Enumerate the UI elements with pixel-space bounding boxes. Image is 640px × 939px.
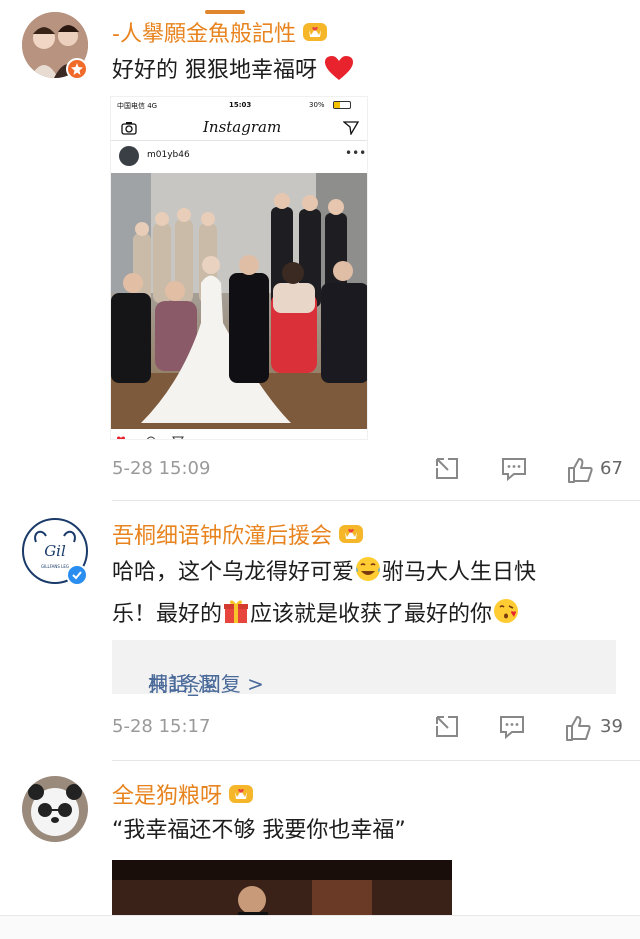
gift-emoji-icon bbox=[222, 597, 250, 638]
timestamp: 5-28 15:09 bbox=[112, 458, 211, 479]
reply-link[interactable]: 桐話_潔 共1条回复 > bbox=[130, 654, 264, 696]
tears-of-joy-emoji-icon bbox=[354, 555, 382, 596]
comment-meta: 5-28 15:09 67 bbox=[112, 458, 632, 486]
comment-icon[interactable] bbox=[500, 456, 528, 486]
crown-heart-badge-icon bbox=[302, 21, 328, 49]
comment-text: 哈哈，这个乌龙得好可爱 驸马大人生日快 乐！最好的 应该就是收获了最好的你 bbox=[112, 554, 622, 638]
like-count: 39 bbox=[600, 716, 623, 737]
red-heart-emoji-icon bbox=[324, 55, 354, 94]
avatar[interactable] bbox=[22, 776, 88, 842]
comment-meta: 5-28 15:17 39 bbox=[112, 716, 632, 744]
username[interactable]: 全是狗粮呀 bbox=[112, 778, 254, 811]
ig-user-avatar bbox=[119, 146, 139, 166]
comment-line-2: 乐！最好的 应该就是收获了最好的你 bbox=[112, 596, 622, 638]
thumbs-up-icon[interactable] bbox=[566, 456, 594, 488]
instagram-logo: Instagram bbox=[203, 118, 282, 136]
crown-heart-badge-icon bbox=[228, 783, 254, 811]
kissing-heart-emoji-icon bbox=[492, 597, 520, 638]
ig-action-row bbox=[111, 431, 367, 439]
bottom-bar bbox=[0, 915, 640, 939]
ig-status-bar: 中国电信 4G 15:03 30% bbox=[111, 97, 367, 113]
wedding-group-photo bbox=[111, 173, 367, 429]
username[interactable]: -人擧願金魚般記性 bbox=[112, 16, 328, 49]
svg-text:Gil: Gil bbox=[44, 542, 66, 560]
thumbs-up-icon[interactable] bbox=[564, 714, 592, 746]
comment-item: Gil GILLFANS LEG 吾桐细语钟欣潼后援会 哈哈，这个乌龙得好可爱 … bbox=[0, 500, 640, 760]
camera-icon bbox=[121, 120, 137, 139]
comment-item: -人擧願金魚般記性 好好的 狠狠地幸福呀 中国电信 4G 15:03 30% I… bbox=[0, 0, 640, 500]
like-count: 67 bbox=[600, 458, 623, 479]
comment-icon[interactable] bbox=[498, 714, 526, 744]
username-text[interactable]: 吾桐细语钟欣潼后援会 bbox=[112, 524, 332, 549]
battery-icon bbox=[333, 101, 351, 109]
reply-preview[interactable]: 桐話_潔 共1条回复 > bbox=[112, 640, 616, 696]
panda-avatar bbox=[22, 776, 88, 842]
comment-text: “我幸福还不够 我要你也幸福” bbox=[112, 818, 406, 843]
more-options-icon: ••• bbox=[345, 146, 367, 160]
share-icon[interactable] bbox=[434, 456, 460, 486]
username-text[interactable]: -人擧願金魚般記性 bbox=[112, 22, 296, 47]
username-text[interactable]: 全是狗粮呀 bbox=[112, 784, 222, 809]
svg-text:GILLFANS LEG: GILLFANS LEG bbox=[41, 564, 69, 569]
send-icon bbox=[342, 120, 360, 139]
verified-badge bbox=[66, 564, 88, 586]
crown-heart-badge-icon bbox=[338, 523, 364, 551]
embedded-instagram-screenshot[interactable]: 中国电信 4G 15:03 30% Instagram m01yb46 ••• bbox=[110, 96, 368, 440]
ig-nav-bar: Instagram bbox=[111, 115, 367, 141]
timestamp: 5-28 15:17 bbox=[112, 716, 211, 737]
share-icon[interactable] bbox=[434, 714, 460, 744]
comment-text: 好好的 狠狠地幸福呀 bbox=[112, 52, 354, 94]
verified-badge bbox=[66, 58, 88, 80]
comment-line-1: 哈哈，这个乌龙得好可爱 驸马大人生日快 bbox=[112, 554, 622, 596]
username[interactable]: 吾桐细语钟欣潼后援会 bbox=[112, 518, 364, 551]
ig-post-header: m01yb46 ••• bbox=[111, 143, 367, 169]
